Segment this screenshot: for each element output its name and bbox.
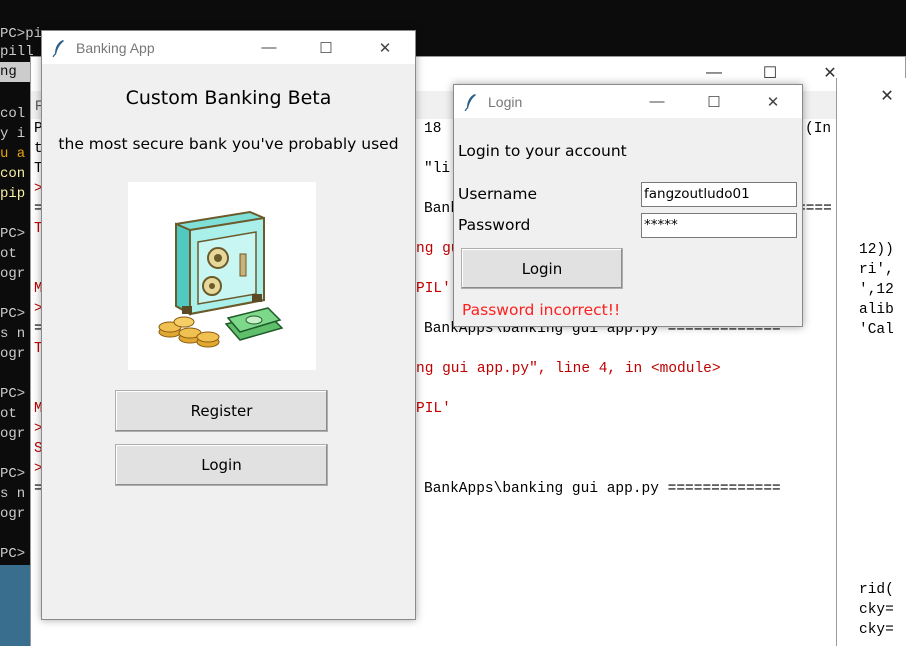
bank-close-button[interactable]: ✕	[362, 31, 408, 64]
text-line: s n	[0, 326, 26, 342]
bank-heading: Custom Banking Beta	[125, 87, 332, 109]
text-line: u a	[0, 146, 26, 162]
safe-image	[128, 182, 316, 370]
text-line: ogr	[0, 506, 26, 522]
username-label: Username	[458, 185, 538, 203]
bank-login-button[interactable]: Login	[115, 444, 328, 486]
login-submit-button[interactable]: Login	[461, 248, 623, 289]
text-line: s n	[0, 486, 26, 502]
login-window[interactable]: Login — ☐ ✕ Login to your account Userna…	[453, 84, 803, 327]
editor-close-button[interactable]: ✕	[881, 82, 893, 108]
text-line: col	[0, 106, 26, 122]
password-label: Password	[458, 216, 531, 234]
login-minimize-button[interactable]: —	[634, 85, 680, 118]
text-line: con	[0, 166, 26, 182]
register-button[interactable]: Register	[115, 390, 328, 432]
login-prompt: Login to your account	[458, 142, 627, 160]
text-line: cky=	[859, 602, 894, 618]
password-field[interactable]: *****	[641, 213, 797, 238]
text-line: ng gui app.py", line 4, in <module>	[416, 361, 721, 377]
bank-maximize-button[interactable]: ☐	[303, 31, 349, 64]
text-line: 12))	[859, 242, 894, 258]
banking-app-window[interactable]: Banking App — ☐ ✕ Custom Banking Beta th…	[41, 30, 416, 620]
text-line: 'Cal	[859, 322, 894, 338]
text-line: BankApps\banking gui app.py ============…	[424, 481, 781, 497]
text-line: PC>	[0, 306, 26, 322]
text-line: cky=	[859, 622, 894, 638]
login-window-title: Login	[488, 94, 523, 110]
bank-minimize-button[interactable]: —	[246, 31, 292, 64]
text-line: PC>pi	[0, 26, 43, 42]
tk-feather-icon	[52, 40, 64, 57]
login-maximize-button[interactable]: ☐	[691, 85, 737, 118]
text-line: PIL'	[416, 401, 451, 417]
console-selection-text: ng	[0, 64, 26, 80]
text-line: 18	[424, 121, 442, 137]
text-line: ri',	[859, 262, 894, 278]
tk-feather-icon	[464, 94, 476, 111]
text-line: y i	[0, 126, 26, 142]
text-line: pill	[0, 44, 34, 60]
text-line: ot	[0, 246, 17, 262]
text-line: ',12	[859, 282, 894, 298]
text-line: pip	[0, 186, 26, 202]
text-line: (In	[805, 121, 832, 137]
text-line: ogr	[0, 266, 26, 282]
login-error-message: Password incorrect!!	[462, 301, 621, 319]
username-field[interactable]: fangzoutludo01	[641, 182, 797, 207]
text-line: ogr	[0, 426, 26, 442]
text-line: PIL'	[416, 281, 451, 297]
login-close-button[interactable]: ✕	[750, 85, 796, 118]
text-line: PC>	[0, 466, 26, 482]
text-line: "li	[424, 161, 451, 177]
text-line: PC>	[0, 226, 26, 242]
editor-window[interactable]: ✕ 12)) ri', ',12 alib 'Cal rid( cky= cky=	[836, 78, 906, 646]
text-line: PC>	[0, 546, 26, 562]
text-line: ogr	[0, 346, 26, 362]
bank-titlebar[interactable]: Banking App — ☐ ✕	[42, 31, 415, 64]
text-line: alib	[859, 302, 894, 318]
text-line: PC>	[0, 386, 26, 402]
bank-window-title: Banking App	[76, 40, 155, 56]
login-titlebar[interactable]: Login — ☐ ✕	[454, 85, 802, 118]
text-line: ot	[0, 406, 17, 422]
bank-tagline: the most secure bank you've probably use…	[58, 135, 399, 153]
text-line: rid(	[859, 582, 894, 598]
